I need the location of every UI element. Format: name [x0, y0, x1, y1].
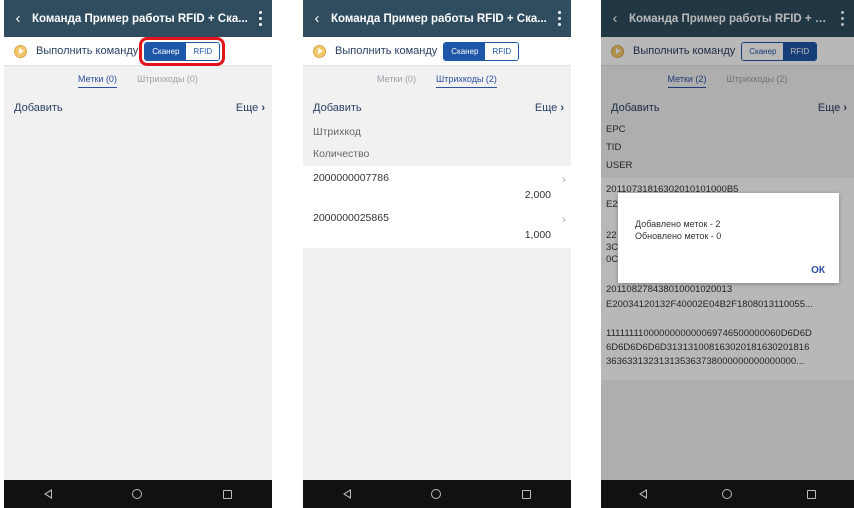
tab-bar: Метки (0) Штрихкоды (0) — [4, 66, 272, 96]
chevron-right-icon: › — [562, 212, 566, 226]
field-quantity-label: Количество — [313, 148, 370, 160]
nav-home-icon[interactable] — [431, 489, 442, 499]
scanner-option[interactable]: Сканер — [145, 42, 187, 60]
play-icon[interactable] — [14, 44, 27, 58]
screen-barcodes: ‹ Команда Пример работы RFID + Ска... Вы… — [303, 0, 571, 508]
screen-rfid-tags: ‹ Команда Пример работы RFID + Ска... Вы… — [601, 0, 854, 508]
quantity-value: 2,000 — [524, 189, 551, 201]
quantity-value: 1,000 — [524, 229, 551, 241]
nav-recent-icon[interactable] — [521, 489, 531, 499]
add-button[interactable]: Добавить — [14, 102, 63, 114]
chevron-right-icon: › — [261, 102, 265, 114]
run-command-button[interactable]: Выполнить команду — [36, 45, 138, 57]
chevron-right-icon: › — [560, 102, 564, 114]
play-icon[interactable] — [313, 44, 326, 58]
action-row: Добавить Еще › — [303, 96, 571, 120]
chevron-right-icon: › — [562, 172, 566, 186]
nav-home-icon[interactable] — [132, 489, 143, 499]
dialog-added-text: Добавлено меток - 2 — [635, 219, 721, 229]
nav-back-icon[interactable] — [343, 489, 352, 499]
command-bar: Выполнить команду Сканер RFID — [4, 36, 272, 66]
system-nav-bar — [4, 480, 272, 508]
tab-barcodes[interactable]: Штрихкоды (2) — [435, 74, 497, 88]
list-item[interactable]: 2000000025865 1,000 › — [303, 206, 571, 248]
tab-tags[interactable]: Метки (0) — [78, 74, 117, 88]
nav-recent-icon[interactable] — [222, 489, 232, 499]
rfid-option[interactable]: RFID — [186, 42, 220, 60]
mode-toggle[interactable]: Сканер RFID — [139, 36, 226, 66]
run-command-button[interactable]: Выполнить команду — [335, 45, 437, 57]
back-icon[interactable]: ‹ — [4, 0, 32, 37]
nav-back-icon[interactable] — [638, 489, 647, 499]
overflow-menu-icon[interactable] — [248, 0, 272, 37]
tab-bar: Метки (0) Штрихкоды (2) — [303, 66, 571, 96]
barcode-value: 2000000025865 — [313, 212, 389, 224]
system-nav-bar — [601, 480, 854, 508]
mode-toggle[interactable]: Сканер RFID — [443, 41, 520, 61]
overflow-menu-icon[interactable] — [547, 0, 571, 37]
add-button[interactable]: Добавить — [313, 102, 362, 114]
more-label: Еще — [235, 102, 259, 114]
list-item[interactable]: 2000000007786 2,000 › — [303, 166, 571, 206]
barcode-value: 2000000007786 — [313, 172, 389, 184]
ok-button[interactable]: ОК — [811, 265, 825, 276]
tab-barcodes[interactable]: Штрихкоды (0) — [137, 74, 198, 87]
app-bar: ‹ Команда Пример работы RFID + Ска... — [4, 0, 272, 37]
more-button[interactable]: Еще › — [535, 102, 564, 114]
back-icon[interactable]: ‹ — [303, 0, 331, 37]
nav-home-icon[interactable] — [721, 489, 732, 499]
nav-back-icon[interactable] — [44, 489, 53, 499]
rfid-option[interactable]: RFID — [485, 42, 519, 60]
command-bar: Выполнить команду Сканер RFID — [303, 37, 571, 66]
screen-scanner-mode: ‹ Команда Пример работы RFID + Ска... Вы… — [4, 0, 272, 508]
field-barcode-label: Штрихкод — [313, 126, 361, 138]
app-title: Команда Пример работы RFID + Ска... — [32, 12, 248, 25]
app-title: Команда Пример работы RFID + Ска... — [331, 12, 547, 25]
scanner-option[interactable]: Сканер — [444, 42, 486, 60]
action-row: Добавить Еще › — [4, 96, 272, 120]
tab-tags[interactable]: Метки (0) — [377, 74, 416, 87]
more-label: Еще — [534, 102, 558, 114]
dialog-updated-text: Обновлено меток - 0 — [635, 231, 722, 241]
result-dialog: Добавлено меток - 2 Обновлено меток - 0 … — [618, 193, 839, 283]
system-nav-bar — [303, 480, 571, 508]
app-bar: ‹ Команда Пример работы RFID + Ска... — [303, 0, 571, 37]
nav-recent-icon[interactable] — [807, 489, 817, 499]
more-button[interactable]: Еще › — [236, 102, 265, 114]
